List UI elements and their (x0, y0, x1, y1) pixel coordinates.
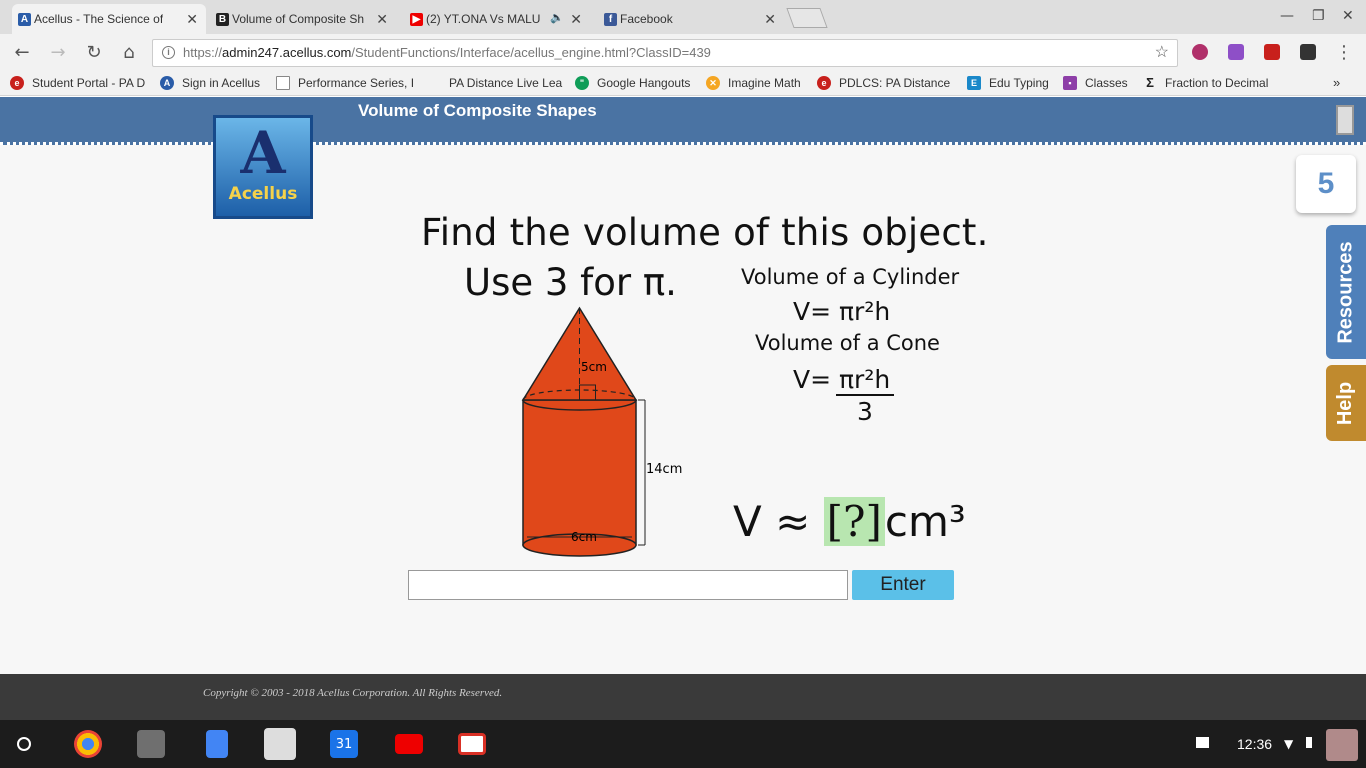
tab-strip: A Acellus - The Science of ✕ B Volume of… (0, 0, 1366, 34)
bookmark-edu-typing[interactable]: E Edu Typing (967, 76, 1049, 90)
cone-height-label: 5cm (581, 360, 607, 374)
fraction-bar (836, 394, 894, 396)
address-bar[interactable]: i https://admin247.acellus.com/StudentFu… (152, 39, 1178, 67)
lesson-title: Volume of Composite Shapes (358, 101, 597, 120)
acellus-icon: A (18, 13, 31, 26)
bookmark-pdlcs[interactable]: e PDLCS: PA Distance (817, 76, 950, 90)
pdlcs-icon: e (817, 76, 831, 90)
cone-caption: Volume of a Cone (755, 331, 940, 355)
bookmark-sign-in-acellus[interactable]: A Sign in Acellus (160, 76, 260, 90)
acellus-logo: A Acellus (213, 115, 313, 219)
exit-door-icon[interactable] (1336, 105, 1354, 135)
bookmark-classes[interactable]: ▪ Classes (1063, 76, 1128, 90)
menu-dots-icon[interactable]: ⋮ (1333, 42, 1355, 63)
bookmark-imagine-math[interactable]: ✕ Imagine Math (706, 76, 801, 90)
calculator-icon[interactable] (264, 728, 296, 760)
battery-icon[interactable] (1306, 737, 1312, 748)
close-icon[interactable]: ✕ (186, 11, 198, 28)
bookmark-student-portal[interactable]: e Student Portal - PA D (10, 76, 145, 90)
extension-puzzle-icon[interactable] (1228, 44, 1244, 60)
close-window-icon[interactable]: ✕ (1342, 8, 1354, 24)
b-icon: B (216, 13, 229, 26)
speaker-icon[interactable]: 🔈 (550, 11, 564, 24)
page-footer: Copyright © 2003 - 2018 Acellus Corporat… (0, 674, 1366, 720)
reload-icon[interactable]: ↻ (83, 42, 105, 63)
acellus-page: Volume of Composite Shapes A Acellus 5 R… (0, 97, 1366, 674)
cylinder-height-label: 14cm (646, 462, 683, 477)
cone-cylinder-diagram (521, 306, 646, 557)
wifi-icon[interactable]: ▼ (1284, 737, 1293, 751)
bookmark-fraction-to-decimal[interactable]: Σ Fraction to Decimal (1143, 75, 1268, 91)
question-line-1: Find the volume of this object. (421, 211, 989, 254)
bookmarks-bar: e Student Portal - PA D A Sign in Acellus … (0, 72, 1366, 96)
launcher-icon[interactable] (17, 737, 31, 751)
bookmark-performance-series[interactable]: Performance Series, I (276, 76, 414, 90)
back-icon[interactable]: ← (11, 42, 33, 63)
bookmark-star-icon[interactable]: ☆ (1155, 40, 1169, 66)
cone-formula-denominator: 3 (857, 397, 873, 426)
new-tab-button[interactable] (786, 8, 828, 28)
avatar[interactable] (1326, 729, 1358, 761)
lesson-header: Volume of Composite Shapes (0, 97, 1366, 145)
youtube-icon[interactable] (395, 734, 423, 754)
hangouts-icon: " (575, 76, 589, 90)
extension-icon[interactable] (1192, 44, 1208, 60)
resources-tab[interactable]: Resources (1326, 225, 1366, 359)
cylinder-formula: V= πr²h (793, 297, 891, 326)
tab-volume[interactable]: B Volume of Composite Sh ✕ (210, 4, 396, 34)
info-icon[interactable]: i (162, 46, 175, 59)
gmail-icon[interactable] (458, 733, 486, 755)
answer-expression: V ≈ [?]cm³ (733, 497, 966, 546)
notification-icon[interactable] (1196, 737, 1209, 748)
answer-input[interactable] (408, 570, 848, 600)
docs-icon[interactable] (206, 730, 228, 758)
files-icon[interactable] (137, 730, 165, 758)
acellus-icon: A (160, 76, 174, 90)
cylinder-caption: Volume of a Cylinder (741, 265, 960, 289)
os-shelf: 31 12:36 ▼ (0, 720, 1366, 768)
forward-icon[interactable]: → (47, 42, 69, 63)
tab-facebook[interactable]: f Facebook ✕ (598, 4, 784, 34)
pdlcs-icon: e (10, 76, 24, 90)
browser-toolbar: ← → ↻ ⌂ i https://admin247.acellus.com/S… (0, 34, 1366, 72)
restore-icon[interactable]: ❐ (1312, 8, 1325, 24)
youtube-icon: ▶ (410, 13, 423, 26)
clock[interactable]: 12:36 (1237, 736, 1272, 752)
classes-icon: ▪ (1063, 76, 1077, 90)
home-icon[interactable]: ⌂ (118, 42, 140, 63)
imagine-math-icon: ✕ (706, 76, 720, 90)
enter-button[interactable]: Enter (852, 570, 954, 600)
facebook-icon: f (604, 13, 617, 26)
cone-formula-numerator: V= πr²h (793, 365, 891, 394)
question-line-2: Use 3 for π. (464, 261, 677, 304)
copyright-text: Copyright © 2003 - 2018 Acellus Corporat… (203, 687, 503, 699)
bookmark-google-hangouts[interactable]: " Google Hangouts (575, 76, 690, 90)
chrome-icon[interactable] (74, 730, 102, 758)
calendar-icon[interactable]: 31 (330, 730, 358, 758)
edu-typing-icon: E (967, 76, 981, 90)
tab-youtube[interactable]: ▶ (2) YT.ONA Vs MALU 🔈 ✕ (404, 4, 590, 34)
close-icon[interactable]: ✕ (570, 11, 582, 28)
close-icon[interactable]: ✕ (764, 11, 776, 28)
tab-acellus[interactable]: A Acellus - The Science of ✕ (12, 4, 206, 34)
close-icon[interactable]: ✕ (376, 11, 388, 28)
diameter-label: 6cm (571, 530, 597, 544)
help-tab[interactable]: Help (1326, 365, 1366, 441)
page-icon (276, 76, 290, 90)
answer-placeholder: [?] (823, 497, 885, 546)
bookmark-pa-distance-live[interactable]: PA Distance Live Lea (449, 76, 562, 90)
bookmarks-overflow-icon[interactable]: » (1333, 75, 1340, 90)
progress-count: 5 (1296, 155, 1356, 213)
minimize-icon[interactable]: — (1280, 8, 1294, 24)
sigma-icon: Σ (1146, 75, 1154, 90)
extension-grid-icon[interactable] (1300, 44, 1316, 60)
extension-book-icon[interactable] (1264, 44, 1280, 60)
